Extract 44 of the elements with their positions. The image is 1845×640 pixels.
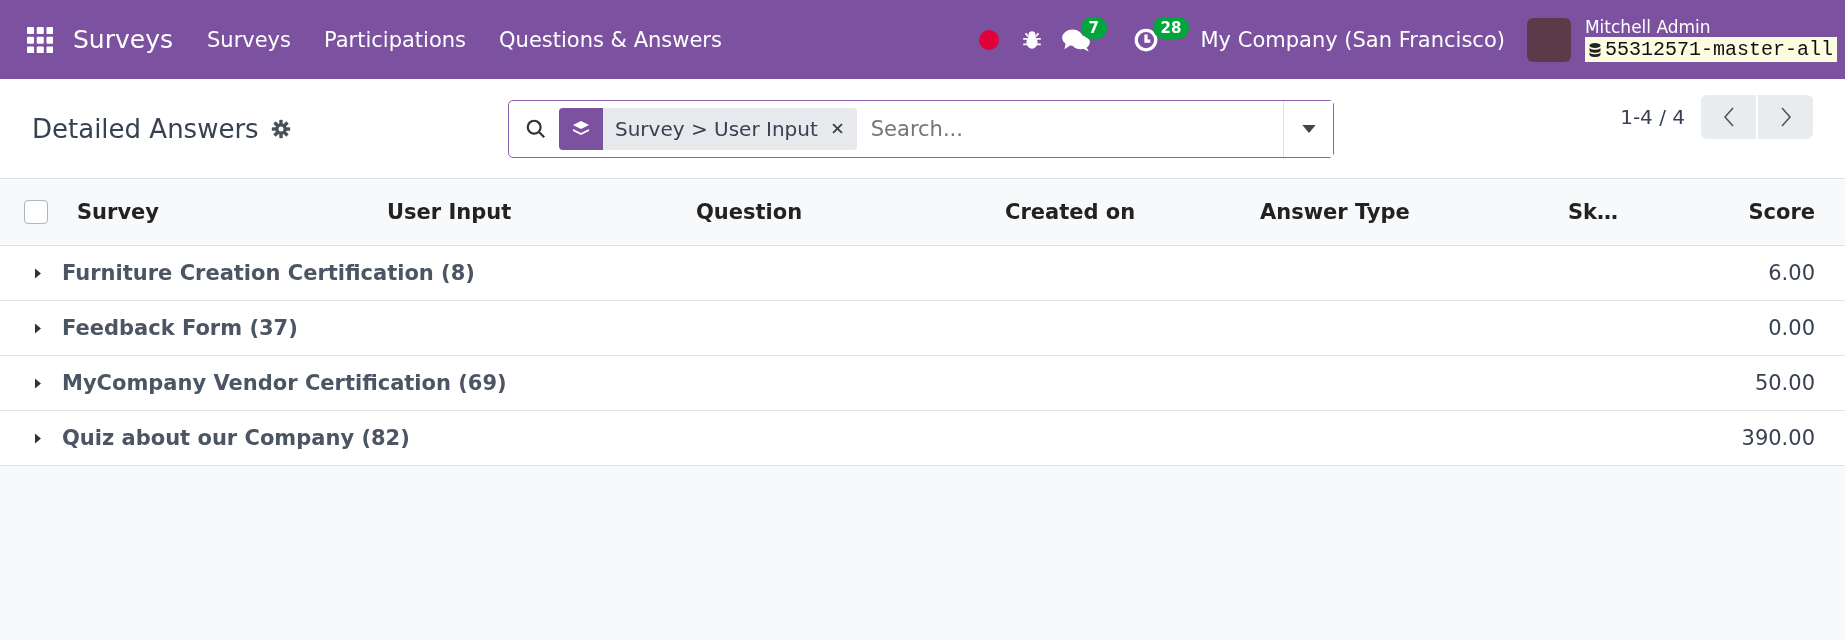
group-score: 390.00	[1741, 426, 1815, 450]
group-score: 6.00	[1768, 261, 1815, 285]
chevron-left-icon	[1722, 106, 1735, 128]
caret-icon	[1301, 124, 1316, 133]
settings-icon[interactable]	[270, 118, 291, 139]
column-header[interactable]: Created on	[1005, 200, 1260, 224]
clock-icon[interactable]	[1132, 26, 1159, 53]
group-name: MyCompany Vendor Certification (69)	[62, 371, 507, 395]
group-score: 0.00	[1768, 316, 1815, 340]
group-row[interactable]: MyCompany Vendor Certification (69) 50.00	[0, 356, 1845, 411]
column-header[interactable]: Sk…	[1568, 200, 1718, 224]
search-icon[interactable]	[525, 117, 547, 140]
company-switcher[interactable]: My Company (San Francisco)	[1200, 27, 1505, 52]
pager-value[interactable]: 1-4 / 4	[1620, 105, 1685, 129]
group-row[interactable]: Feedback Form (37) 0.00	[0, 301, 1845, 356]
column-header[interactable]: User Input	[387, 200, 696, 224]
layers-icon	[559, 107, 603, 150]
column-header[interactable]: Score	[1718, 200, 1845, 224]
activity-count-badge: 28	[1152, 16, 1190, 39]
group-row[interactable]: Quiz about our Company (82) 390.00	[0, 411, 1845, 466]
select-all-checkbox[interactable]	[24, 200, 48, 224]
bug-icon[interactable]	[1020, 28, 1043, 51]
group-row[interactable]: Furniture Creation Certification (8) 6.00	[0, 246, 1845, 301]
column-header[interactable]: Question	[696, 200, 1005, 224]
close-icon[interactable]	[831, 123, 843, 134]
page-title: Detailed Answers	[32, 113, 259, 144]
group-name: Feedback Form (37)	[62, 316, 298, 340]
menu-item[interactable]: Participations	[324, 27, 467, 52]
message-count-badge: 7	[1080, 16, 1107, 39]
column-header[interactable]: Answer Type	[1260, 200, 1568, 224]
user-name[interactable]: Mitchell Admin	[1584, 17, 1837, 37]
column-header[interactable]: Survey	[77, 200, 387, 224]
group-name: Quiz about our Company (82)	[62, 426, 410, 450]
group-score: 50.00	[1754, 371, 1815, 395]
chevron-right-icon	[1779, 106, 1792, 128]
search-options-toggle[interactable]	[1283, 100, 1333, 157]
app-name[interactable]: Surveys	[73, 25, 173, 54]
menu-item[interactable]: Surveys	[207, 27, 291, 52]
database-name: 55312571-master-all	[1604, 38, 1833, 61]
group-name: Furniture Creation Certification (8)	[62, 261, 475, 285]
database-icon	[1588, 42, 1601, 57]
app-grid-icon[interactable]	[27, 26, 53, 53]
facet-label: Survey > User Input	[615, 116, 818, 141]
menu-item[interactable]: Questions & Answers	[499, 27, 722, 52]
